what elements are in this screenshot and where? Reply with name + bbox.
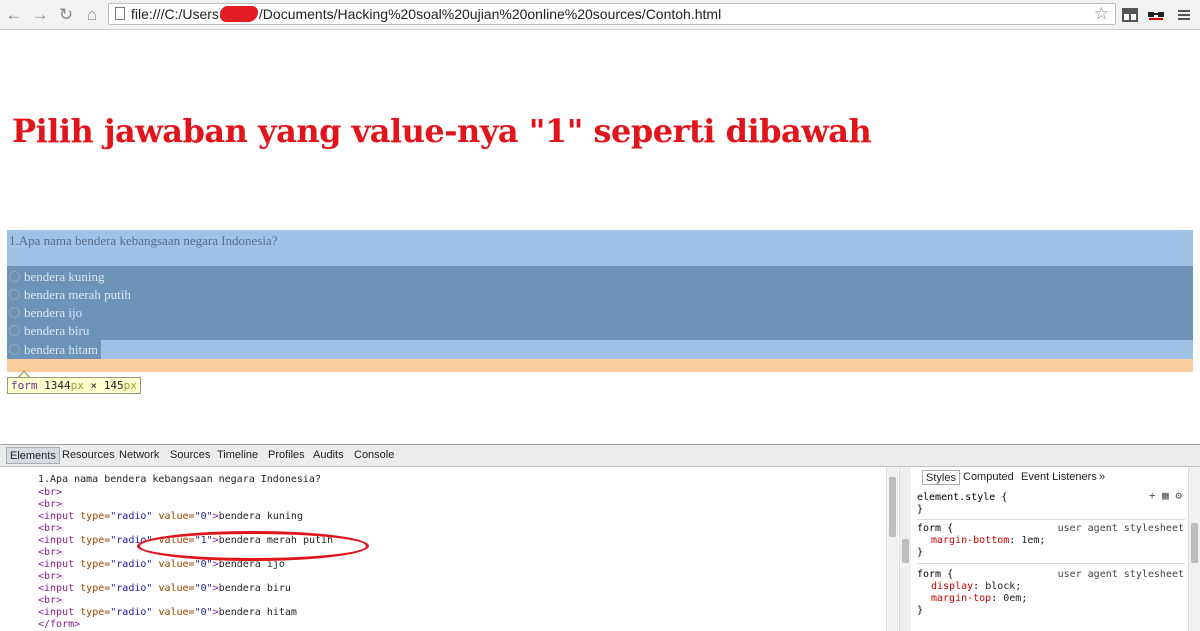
option-ijo[interactable]: bendera ijo xyxy=(9,304,82,322)
code-input-line[interactable]: <input type="radio" value="0">bendera bi… xyxy=(38,583,291,595)
bookmark-star-icon[interactable]: ☆ xyxy=(1094,4,1109,24)
extension-icon[interactable] xyxy=(1121,6,1139,24)
page-icon xyxy=(115,7,125,20)
rule2-origin: user agent stylesheet xyxy=(1057,569,1184,580)
code-br: <br> xyxy=(38,523,63,534)
redacted-username-mark xyxy=(219,6,258,22)
page-heading: Pilih jawaban yang value-nya "1" seperti… xyxy=(12,112,872,150)
tooltip-arrow xyxy=(18,370,30,378)
tab-computed[interactable]: Computed xyxy=(963,471,1014,483)
add-rule-icon[interactable]: + xyxy=(1149,489,1156,502)
code-form-close: </form> xyxy=(38,619,81,630)
elements-scrollbar[interactable] xyxy=(886,467,898,631)
styles-scrollbar[interactable] xyxy=(1188,467,1200,631)
radio-button[interactable] xyxy=(9,325,20,336)
reload-icon[interactable]: ↻ xyxy=(56,5,76,25)
code-question-text: 1.Apa nama bendera kebangsaan negara Ind… xyxy=(38,474,321,485)
option-merah-putih[interactable]: bendera merah putih xyxy=(9,286,131,304)
tab-resources[interactable]: Resources xyxy=(62,449,115,461)
code-input-line[interactable]: <input type="radio" value="0">bendera ku… xyxy=(38,511,303,523)
radio-button[interactable] xyxy=(9,271,20,282)
toggle-element-state-icon[interactable]: ▦ xyxy=(1162,489,1169,502)
code-br: <br> xyxy=(38,547,63,558)
code-br: <br> xyxy=(38,499,63,510)
rule1-declaration[interactable]: margin-bottom: 1em; xyxy=(931,535,1045,546)
option-hitam[interactable]: bendera hitam xyxy=(9,341,98,359)
back-arrow-icon[interactable]: ← xyxy=(4,5,24,25)
tab-event-listeners[interactable]: Event Listeners xyxy=(1021,471,1097,483)
styles-sidebar: Styles Computed Event Listeners » elemen… xyxy=(913,467,1188,631)
address-bar[interactable]: file:///C:/Users/Documents/Hacking%20soa… xyxy=(108,3,1116,25)
devtools-panel: Elements Resources Network Sources Timel… xyxy=(0,444,1200,631)
content-highlight xyxy=(7,266,1193,340)
pane-splitter-scrollbar[interactable] xyxy=(899,467,911,631)
radio-button[interactable] xyxy=(9,289,20,300)
style-actions: + ▦ ⚙ xyxy=(1149,489,1182,502)
rule1-selector: form { xyxy=(917,523,954,534)
rule-divider xyxy=(917,563,1185,564)
element-style-selector: element.style { xyxy=(917,492,1008,503)
rule2-selector: form { xyxy=(917,569,954,580)
tab-audits[interactable]: Audits xyxy=(313,449,344,461)
tab-profiles[interactable]: Profiles xyxy=(268,449,305,461)
url-text: file:///C:/Users/Documents/Hacking%20soa… xyxy=(131,6,722,22)
code-br: <br> xyxy=(38,595,63,606)
rule2-declaration[interactable]: margin-top: 0em; xyxy=(931,593,1027,604)
more-tabs-chevron[interactable]: » xyxy=(1099,471,1105,483)
rule2-declaration[interactable]: display: block; xyxy=(931,581,1021,592)
elements-dom-tree[interactable]: 1.Apa nama bendera kebangsaan negara Ind… xyxy=(0,467,898,631)
option-biru[interactable]: bendera biru xyxy=(9,322,89,340)
option-kuning[interactable]: bendera kuning xyxy=(9,268,105,286)
home-icon[interactable]: ⌂ xyxy=(82,5,102,25)
gear-icon[interactable]: ⚙ xyxy=(1175,489,1182,502)
red-circle-annotation xyxy=(137,531,369,561)
rule-divider xyxy=(917,519,1185,520)
tab-console[interactable]: Console xyxy=(354,449,394,461)
radio-button[interactable] xyxy=(9,344,20,355)
margin-highlight xyxy=(7,359,1193,372)
devtools-tab-bar: Elements Resources Network Sources Timel… xyxy=(0,445,1200,467)
tab-timeline[interactable]: Timeline xyxy=(217,449,258,461)
code-br: <br> xyxy=(38,571,63,582)
element-size-tooltip: form 1344px × 145px xyxy=(7,377,141,394)
radio-button[interactable] xyxy=(9,307,20,318)
scroll-thumb[interactable] xyxy=(1191,523,1198,563)
tab-elements[interactable]: Elements xyxy=(6,447,60,464)
incognito-glasses-icon[interactable] xyxy=(1147,6,1165,24)
question-text: 1.Apa nama bendera kebangsaan negara Ind… xyxy=(9,233,278,248)
tab-network[interactable]: Network xyxy=(119,449,159,461)
menu-icon[interactable] xyxy=(1175,6,1193,24)
forward-arrow-icon[interactable]: → xyxy=(30,5,50,25)
tab-sources[interactable]: Sources xyxy=(170,449,210,461)
element-style-close: } xyxy=(917,504,924,515)
scroll-thumb[interactable] xyxy=(902,539,909,563)
rule1-close: } xyxy=(917,547,924,558)
browser-toolbar: ← → ↻ ⌂ file:///C:/Users/Documents/Hacki… xyxy=(0,0,1200,30)
rule2-close: } xyxy=(917,605,924,616)
scroll-thumb[interactable] xyxy=(889,477,896,537)
rule1-origin: user agent stylesheet xyxy=(1057,523,1184,534)
styles-tab-bar: Styles Computed Event Listeners » xyxy=(913,467,1188,487)
tab-styles[interactable]: Styles xyxy=(922,470,960,485)
code-br: <br> xyxy=(38,487,63,498)
code-input-line[interactable]: <input type="radio" value="0">bendera hi… xyxy=(38,607,297,619)
